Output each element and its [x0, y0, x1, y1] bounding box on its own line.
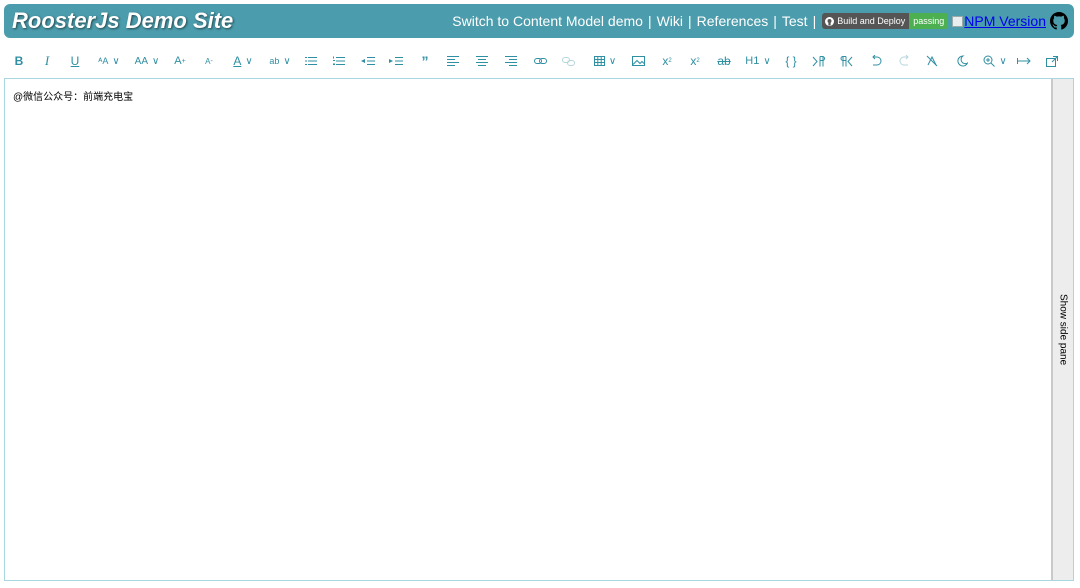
redo-icon — [899, 55, 909, 66]
link-separator: | — [688, 13, 692, 29]
header-icon: H1 — [745, 55, 760, 67]
popout-button[interactable] — [1044, 46, 1060, 76]
align-right-button[interactable] — [504, 46, 518, 76]
header-button[interactable]: H1 ∨ — [742, 46, 774, 76]
numbered-list-button[interactable] — [332, 46, 346, 76]
decrease-font-button[interactable]: A- — [202, 46, 216, 76]
moon-icon — [956, 55, 968, 67]
link-separator: | — [773, 13, 777, 29]
github-icon[interactable] — [1050, 12, 1068, 30]
wiki-link[interactable]: Wiki — [657, 13, 683, 29]
chevron-down-icon: ∨ — [763, 55, 771, 67]
italic-button[interactable]: I — [40, 46, 54, 76]
numbered-list-icon — [333, 56, 345, 65]
superscript-button[interactable]: x2 — [660, 46, 674, 76]
text-color-button[interactable]: A ∨ — [228, 46, 258, 76]
zoom-button[interactable]: ∨ — [980, 46, 1010, 76]
unlink-icon — [561, 56, 575, 66]
references-link[interactable]: References — [697, 13, 769, 29]
font-size-icon: AA — [134, 55, 148, 67]
align-center-button[interactable] — [475, 46, 489, 76]
editor-content-area[interactable]: @微信公众号：前端充电宝 — [4, 78, 1052, 581]
underline-button[interactable]: U — [68, 46, 82, 76]
rtl-button[interactable] — [838, 46, 854, 76]
test-link[interactable]: Test — [782, 13, 808, 29]
insert-image-button[interactable] — [630, 46, 646, 76]
chevron-down-icon: ∨ — [999, 55, 1007, 67]
redo-button[interactable] — [896, 46, 912, 76]
popout-icon — [1046, 55, 1058, 67]
strikethrough-button[interactable]: ab — [716, 46, 732, 76]
chevron-down-icon: ∨ — [245, 55, 253, 67]
italic-icon: I — [44, 53, 50, 68]
clear-format-button[interactable] — [924, 46, 940, 76]
quote-button[interactable]: ” — [418, 46, 432, 76]
increase-font-button[interactable]: A + — [172, 46, 188, 76]
outdent-icon — [361, 57, 375, 65]
chevron-down-icon: ∨ — [283, 55, 291, 67]
ribbon-toolbar: B I U ᴬA ∨ AA ∨ A + A- A ∨ ab ∨ ” ∨ x2 x2 ab … — [4, 46, 1076, 76]
header-links: Switch to Content Model demo | Wiki | Re… — [452, 12, 1068, 30]
decrease-indent-button[interactable] — [360, 46, 376, 76]
link-separator: | — [647, 13, 652, 29]
strikethrough-icon: ab — [717, 54, 731, 68]
build-status-badge[interactable]: Build and Deploy passing — [822, 13, 949, 29]
clear-format-icon — [926, 55, 938, 67]
npm-version-link[interactable]: NPM Version — [952, 13, 1046, 29]
show-side-pane-button[interactable]: Show side pane — [1052, 78, 1074, 581]
npm-version-label: NPM Version — [964, 13, 1046, 29]
link-icon — [533, 58, 547, 64]
chevron-down-icon: ∨ — [112, 55, 120, 67]
align-center-icon — [476, 56, 488, 66]
font-family-icon: ᴬA — [98, 56, 109, 66]
quote-icon: ” — [421, 53, 429, 69]
export-content-button[interactable] — [1016, 46, 1032, 76]
chevron-down-icon: ∨ — [152, 55, 160, 67]
bold-button[interactable]: B — [12, 46, 26, 76]
font-size-button[interactable]: AA ∨ — [132, 46, 162, 76]
ltr-button[interactable] — [810, 46, 826, 76]
highlighter-icon: ab — [269, 56, 280, 66]
table-icon — [593, 56, 605, 66]
broken-image-icon — [952, 15, 964, 27]
editor-text[interactable]: @微信公众号：前端充电宝 — [13, 88, 1043, 103]
github-small-icon — [825, 16, 835, 26]
code-button[interactable]: { } — [782, 46, 800, 76]
zoom-icon — [983, 55, 996, 67]
undo-button[interactable] — [868, 46, 884, 76]
align-right-icon — [505, 56, 517, 66]
align-left-icon — [447, 56, 459, 66]
undo-icon — [871, 55, 881, 66]
text-color-icon: A — [233, 54, 242, 68]
image-icon — [631, 56, 645, 66]
site-header: RoosterJs Demo Site Switch to Content Mo… — [4, 4, 1074, 38]
subscript-button[interactable]: x2 — [688, 46, 702, 76]
badge-status: passing — [909, 13, 949, 29]
increase-indent-button[interactable] — [388, 46, 404, 76]
indent-icon — [389, 57, 403, 65]
arrow-right-icon — [1017, 57, 1031, 65]
ltr-icon — [812, 55, 825, 66]
side-pane-label: Show side pane — [1057, 293, 1069, 366]
switch-content-model-link[interactable]: Switch to Content Model demo — [452, 13, 643, 29]
increase-font-icon: A — [174, 55, 182, 67]
bold-icon: B — [14, 54, 24, 68]
badge-left: Build and Deploy — [822, 13, 910, 29]
underline-icon: U — [70, 54, 80, 68]
rtl-icon — [840, 55, 852, 66]
background-color-button[interactable]: ab ∨ — [264, 46, 296, 76]
bullet-list-button[interactable] — [304, 46, 318, 76]
site-title: RoosterJs Demo Site — [12, 8, 234, 33]
code-icon: { } — [785, 54, 797, 68]
remove-link-button[interactable] — [560, 46, 576, 76]
font-family-button[interactable]: ᴬA ∨ — [94, 46, 124, 76]
insert-table-button[interactable]: ∨ — [590, 46, 620, 76]
align-left-button[interactable] — [446, 46, 460, 76]
bullet-list-icon — [305, 57, 317, 65]
insert-link-button[interactable] — [532, 46, 548, 76]
dark-mode-button[interactable] — [954, 46, 970, 76]
chevron-down-icon: ∨ — [608, 55, 617, 67]
badge-label: Build and Deploy — [837, 16, 906, 26]
link-separator: | — [812, 13, 817, 29]
